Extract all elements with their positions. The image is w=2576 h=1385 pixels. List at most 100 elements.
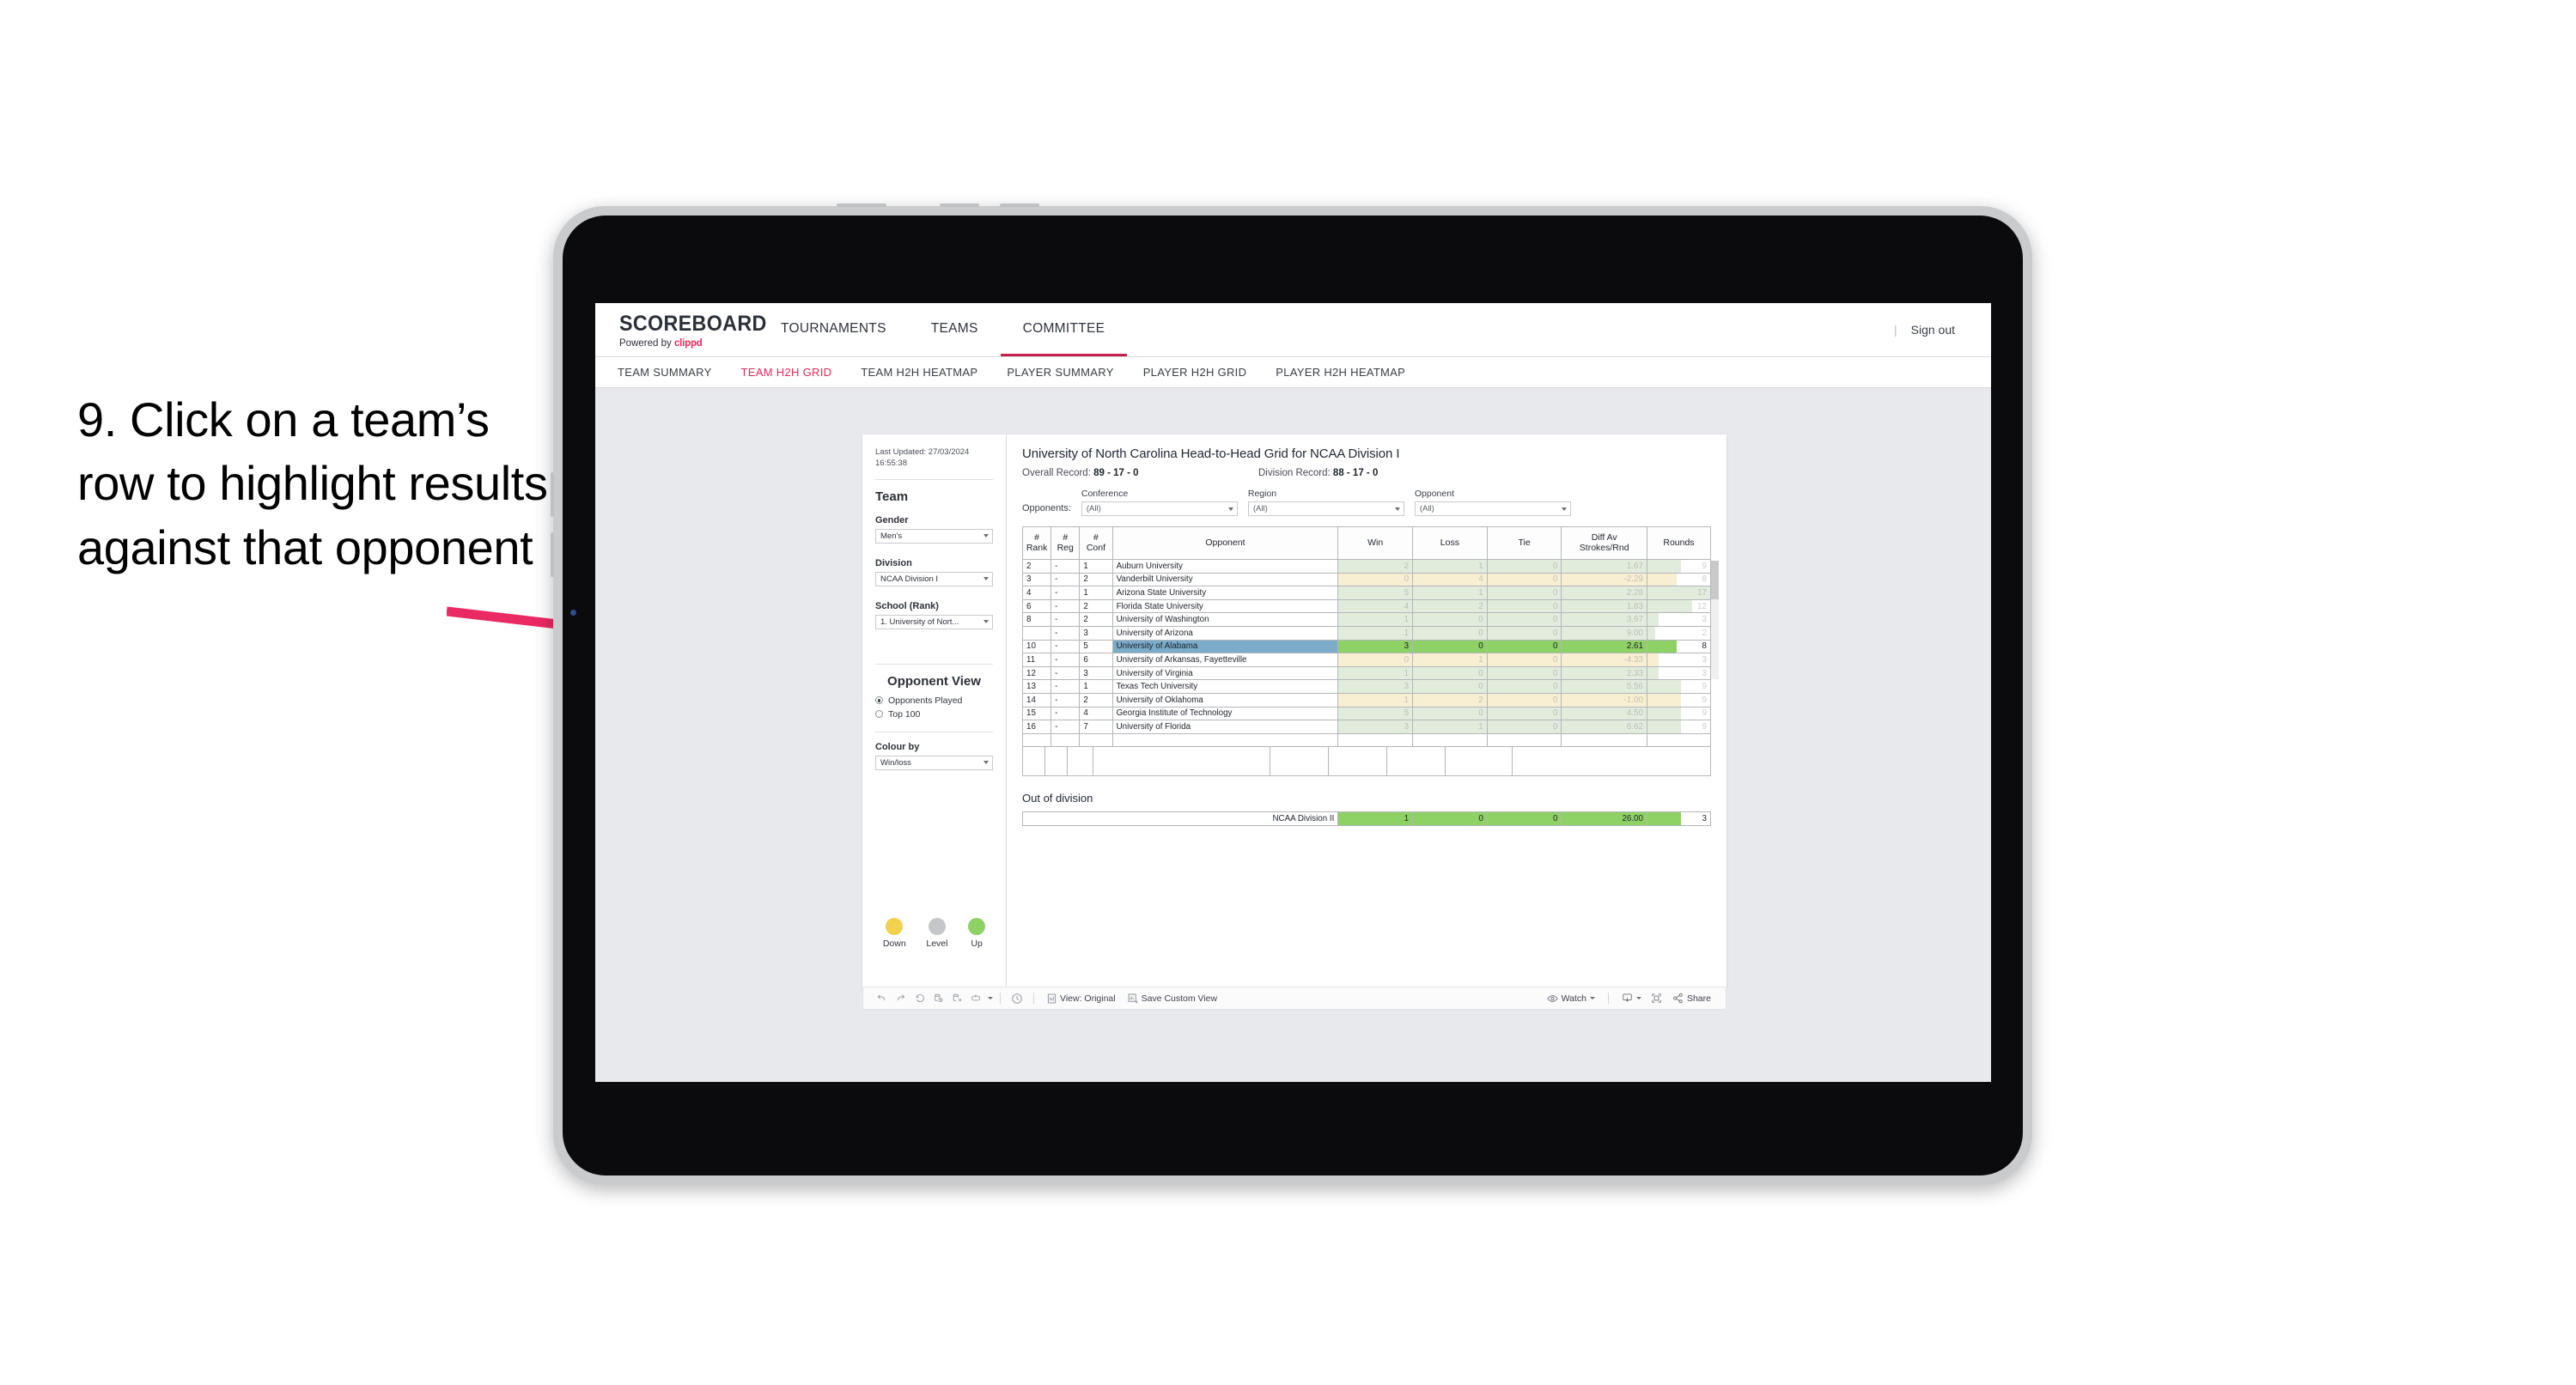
- filter-opponent: Opponent (All): [1414, 489, 1571, 516]
- subtab-team-h2h-grid[interactable]: TEAM H2H GRID: [741, 366, 832, 379]
- cell-blank: [1111, 732, 1339, 748]
- powered-prefix: Powered by: [619, 338, 674, 349]
- rounds-bar: [1647, 720, 1681, 733]
- filter-region: Region (All): [1247, 489, 1404, 516]
- redo-icon[interactable]: [891, 992, 910, 1005]
- chevron-down-icon: [984, 620, 989, 624]
- nav-tab-committee[interactable]: COMMITTEE: [1000, 303, 1128, 356]
- overall-record-label: Overall Record:: [1022, 468, 1094, 478]
- cell-rank: 14: [1021, 692, 1052, 708]
- grid-filler: [1022, 747, 1711, 777]
- pause-auto-update-icon[interactable]: [1008, 992, 1026, 1005]
- cell-reg: -: [1050, 653, 1081, 667]
- grid-col-header-8: Rounds: [1646, 526, 1712, 560]
- table-row[interactable]: 3-2 Vanderbilt University 0 4 0 -2.29 8: [1021, 572, 1712, 587]
- brand-logo: SCOREBOARD Powered by clippd: [595, 303, 766, 356]
- cell-rounds: 3: [1646, 653, 1712, 667]
- cell-diff: 9.00: [1561, 625, 1647, 641]
- grid-vertical-scrollbar[interactable]: [1711, 561, 1719, 679]
- cell-rounds: 8: [1646, 572, 1712, 587]
- download-button[interactable]: [1616, 991, 1647, 1005]
- table-row[interactable]: 14-2 University of Oklahoma 1 2 0 -1.00 9: [1021, 692, 1712, 708]
- colour-by-select[interactable]: Win/loss: [875, 755, 993, 770]
- conference-select[interactable]: (All): [1081, 501, 1238, 516]
- browser-screen: SCOREBOARD Powered by clippd TOURNAMENTS…: [595, 303, 1991, 1082]
- table-row[interactable]: 12-3 University of Virginia 1 0 0 2.33 3: [1021, 665, 1712, 681]
- school-rank-select[interactable]: 1. University of Nort...: [875, 614, 993, 629]
- ood-rounds-bar: [1647, 812, 1681, 826]
- save-view-icon: [1128, 993, 1138, 1003]
- table-row[interactable]: 16-7 University of Florida 3 1 0 6.62 9: [1021, 720, 1712, 734]
- radio-top-100[interactable]: Top 100: [875, 709, 993, 720]
- filter-conference: Conference (All): [1081, 489, 1238, 516]
- region-select[interactable]: (All): [1247, 501, 1404, 516]
- device-camera-dot: [570, 610, 576, 616]
- table-row[interactable]: 2-1 Auburn University 2 1 0 1.67 9: [1021, 559, 1712, 574]
- subtab-player-h2h-heatmap[interactable]: PLAYER H2H HEATMAP: [1276, 366, 1405, 379]
- table-row[interactable]: 13-1 Texas Tech University 3 0 0 5.56 9: [1021, 679, 1712, 694]
- table-row[interactable]: 15-4 Georgia Institute of Technology 5 0 0 4.…: [1021, 706, 1712, 721]
- loop-dropdown-caret-icon[interactable]: [988, 997, 993, 999]
- cell-rank: 4: [1021, 586, 1052, 600]
- loop-icon[interactable]: [966, 992, 985, 1005]
- revert-icon[interactable]: [910, 992, 929, 1005]
- h2h-grid-wrapper: # Rank # Reg # Conf Opponent Win Loss Tie Diff Av S…: [1021, 526, 1719, 777]
- table-row[interactable]: 8-2 University of Washington 1 0 0 3.67 3: [1021, 612, 1712, 627]
- rounds-bar: [1647, 708, 1681, 720]
- ood-label: NCAA Division II: [1021, 811, 1339, 827]
- out-of-division-row[interactable]: NCAA Division II 1 0 0 26.00 3: [1021, 811, 1712, 827]
- subtab-team-summary[interactable]: TEAM SUMMARY: [618, 366, 712, 379]
- refresh-icon[interactable]: [929, 992, 947, 1005]
- radio-opponents-played[interactable]: Opponents Played: [875, 696, 993, 706]
- rounds-value: 12: [1697, 601, 1707, 611]
- cell-rounds: 8: [1646, 639, 1712, 654]
- division-select[interactable]: NCAA Division I: [875, 571, 993, 586]
- rounds-bar: [1647, 613, 1659, 626]
- download-caret-icon[interactable]: [1635, 997, 1641, 999]
- cell-blank: [1412, 732, 1488, 748]
- subtab-player-h2h-grid[interactable]: PLAYER H2H GRID: [1143, 366, 1247, 379]
- view-original-button[interactable]: View: Original: [1041, 991, 1122, 1005]
- save-custom-view-button[interactable]: Save Custom View: [1122, 991, 1224, 1005]
- rounds-value: 9: [1702, 561, 1707, 571]
- subtab-team-h2h-heatmap[interactable]: TEAM H2H HEATMAP: [861, 366, 977, 379]
- cell-reg: -: [1050, 692, 1081, 708]
- table-row[interactable]: -3 University of Arizona 1 0 0 9.00 2: [1021, 625, 1712, 641]
- cell-diff: -4.33: [1561, 653, 1647, 667]
- instruction-caption: 9. Click on a team’s row to highlight re…: [77, 392, 548, 574]
- cell-diff: 2.33: [1561, 665, 1647, 681]
- table-row[interactable]: 10-5 University of Alabama 3 0 0 2.61 8: [1021, 639, 1712, 654]
- opponents-label: Opponents:: [1022, 503, 1071, 513]
- cell-win: 0: [1337, 572, 1414, 587]
- opponent-select[interactable]: (All): [1414, 501, 1571, 516]
- subtab-player-summary[interactable]: PLAYER SUMMARY: [1007, 366, 1113, 379]
- opponent-filters: Opponents: Conference (All) Region (All): [1022, 489, 1711, 516]
- cell-rank: 10: [1021, 639, 1052, 654]
- legend-label-level: Level: [926, 939, 948, 949]
- watch-caret-icon[interactable]: [1589, 997, 1595, 999]
- undo-icon[interactable]: [872, 992, 891, 1005]
- signout-divider: |: [1893, 323, 1897, 337]
- table-row[interactable]: 11-6 University of Arkansas, Fayetteville…: [1021, 653, 1712, 667]
- grid-scrollbar-thumb[interactable]: [1711, 561, 1719, 599]
- opponent-label: Opponent: [1414, 489, 1454, 499]
- cell-conf: 7: [1079, 720, 1113, 734]
- signout-link[interactable]: Sign out: [1911, 323, 1955, 337]
- watch-button[interactable]: Watch: [1541, 991, 1601, 1005]
- pause-icon[interactable]: [947, 992, 966, 1005]
- table-row[interactable]: 6-2 Florida State University 4 2 0 1.83 12: [1021, 598, 1712, 614]
- cell-opponent: University of Washington: [1111, 612, 1339, 627]
- workspace: Last Updated: 27/03/2024 16:55:38 Team G…: [595, 388, 1991, 1082]
- powered-by-label: Powered by clippd: [619, 338, 758, 349]
- cell-opponent: University of Oklahoma: [1111, 692, 1339, 708]
- gender-select[interactable]: Men’s: [875, 528, 993, 544]
- share-button[interactable]: Share: [1666, 991, 1717, 1005]
- rounds-bar: [1647, 680, 1681, 693]
- fullscreen-icon[interactable]: [1647, 992, 1666, 1005]
- rounds-value: 9: [1702, 682, 1707, 692]
- nav-tab-teams[interactable]: TEAMS: [909, 303, 1001, 356]
- nav-tab-tournaments[interactable]: TOURNAMENTS: [758, 303, 909, 356]
- cell-rounds: 9: [1646, 679, 1712, 694]
- table-row[interactable]: 4-1 Arizona State University 5 1 0 2.28 17: [1021, 586, 1712, 600]
